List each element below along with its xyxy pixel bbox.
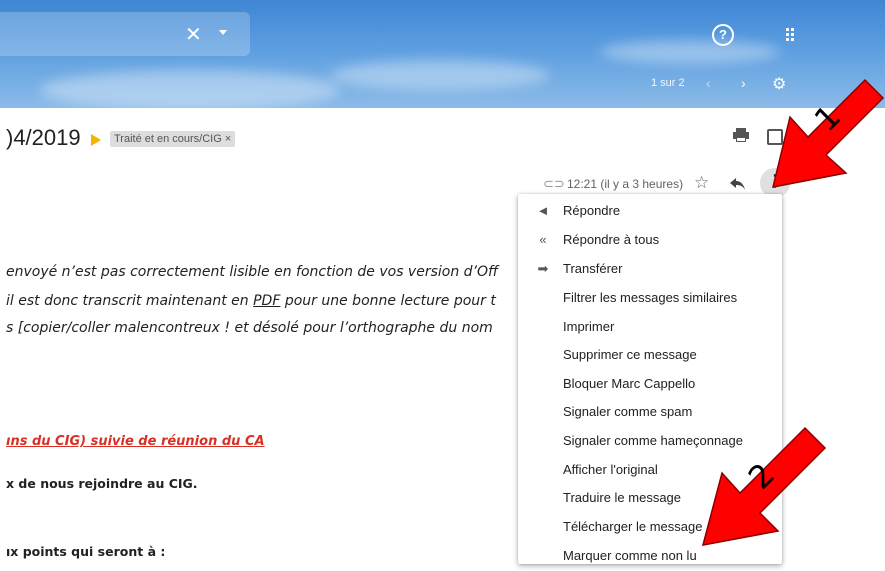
menu-item-imprimer[interactable]: Imprimer	[518, 313, 782, 342]
menu-item-label: Répondre	[563, 203, 621, 218]
menu-item-transferer[interactable]: ➡ Transférer	[518, 255, 782, 284]
menu-item-filtrer[interactable]: Filtrer les messages similaires	[518, 284, 782, 313]
header-bar: ✕ ? 1 sur 2 ‹ › ⚙	[0, 0, 885, 108]
annotation-arrow-2: 2	[701, 426, 827, 546]
menu-item-spam[interactable]: Signaler comme spam	[518, 398, 782, 427]
menu-item-label: Répondre à tous	[563, 232, 660, 247]
menu-item-label: Supprimer ce message	[563, 347, 697, 362]
reply-icon[interactable]	[730, 177, 746, 191]
menu-item-label: Filtrer les messages similaires	[563, 290, 738, 305]
pdf-link[interactable]: PDF	[253, 293, 280, 309]
previous-icon[interactable]: ‹	[706, 75, 711, 91]
reply-icon: ◄	[536, 203, 550, 218]
forward-icon: ➡	[537, 261, 549, 276]
star-icon[interactable]: ☆	[694, 173, 709, 193]
print-icon[interactable]	[733, 128, 749, 142]
menu-item-bloquer[interactable]: Bloquer Marc Cappello	[518, 370, 782, 399]
body-line: ıx points qui seront à :	[6, 544, 166, 559]
search-box[interactable]	[0, 12, 250, 56]
menu-item-label: Bloquer Marc Cappello	[563, 376, 696, 391]
message-time: 12:21 (il y a 3 heures)	[567, 177, 684, 191]
attachment-icon: ⊂⊃	[543, 176, 565, 191]
menu-item-label: Télécharger le message	[563, 519, 703, 534]
menu-item-repondre[interactable]: ◄ Répondre	[518, 197, 782, 226]
help-icon[interactable]: ?	[712, 24, 734, 46]
important-marker-icon[interactable]	[91, 134, 101, 146]
menu-item-label: Afficher l'original	[563, 462, 658, 477]
menu-item-repondre-a-tous[interactable]: « Répondre à tous	[518, 226, 782, 255]
menu-item-label: Transférer	[563, 261, 623, 276]
body-line: il est donc transcrit maintenant en PDF …	[6, 293, 496, 309]
body-text: pour une bonne lecture pour t	[280, 293, 496, 309]
label-chip[interactable]: Traité et en cours/CIG ×	[110, 131, 236, 147]
next-icon[interactable]: ›	[741, 75, 746, 91]
pagination-text: 1 sur 2	[651, 77, 685, 89]
body-line: envoyé n’est pas correctement lisible en…	[6, 264, 499, 280]
cloud-decoration	[40, 70, 340, 108]
menu-item-label: Signaler comme spam	[563, 404, 693, 419]
body-link-line[interactable]: ıns du CIG) suivie de réunion du CA	[6, 434, 265, 449]
cloud-decoration	[600, 40, 780, 64]
menu-item-label: Traduire le message	[563, 490, 682, 505]
menu-item-label: Imprimer	[563, 319, 615, 334]
apps-grid-icon[interactable]	[786, 28, 796, 42]
annotation-arrow-1: 1	[771, 78, 885, 188]
body-line: x de nous rejoindre au CIG.	[6, 476, 198, 491]
clear-search-icon[interactable]: ✕	[185, 22, 202, 47]
search-options-icon[interactable]	[219, 30, 227, 35]
reply-all-icon: «	[539, 232, 547, 247]
email-subject: )4/2019	[6, 125, 81, 150]
menu-item-label: Marquer comme non lu	[563, 548, 697, 563]
body-text: il est donc transcrit maintenant en	[6, 293, 254, 309]
cloud-decoration	[330, 60, 550, 90]
menu-item-supprimer[interactable]: Supprimer ce message	[518, 341, 782, 370]
body-line: s [copier/coller malencontreux ! et déso…	[6, 320, 493, 336]
